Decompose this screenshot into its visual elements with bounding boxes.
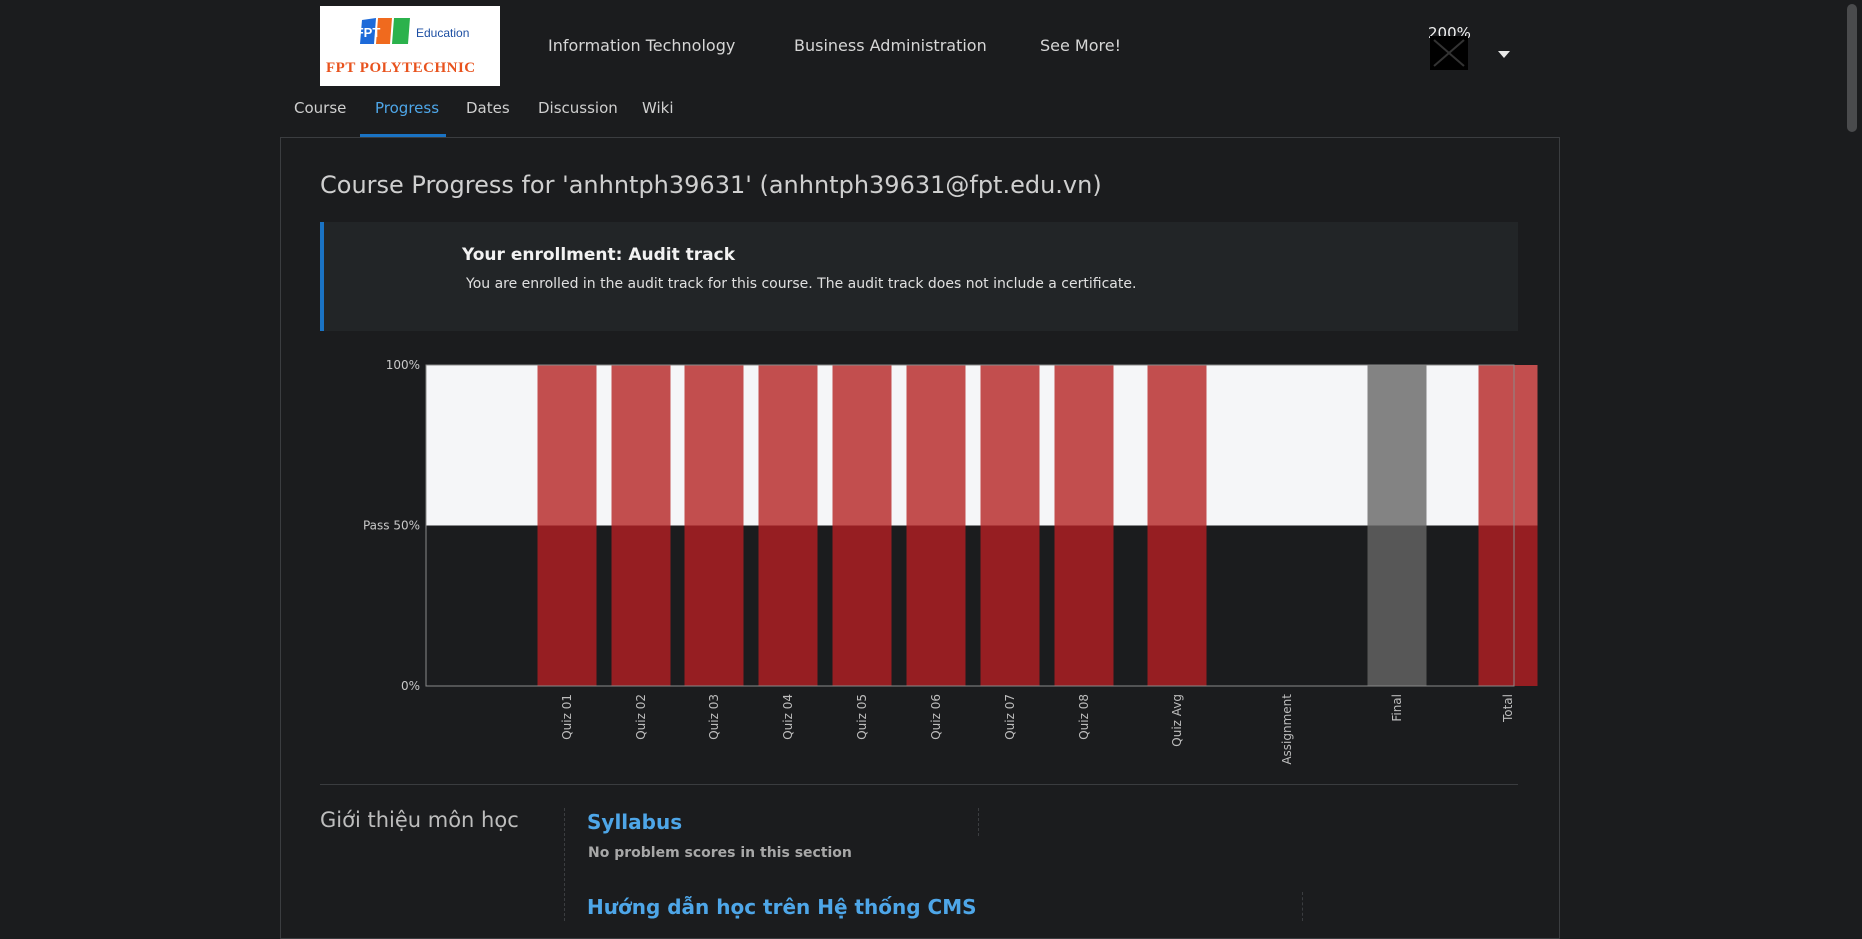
section-separator: [564, 808, 565, 921]
fpt-logo-icon: FPT: [358, 18, 410, 44]
page-title: Course Progress for 'anhntph39631' (anhn…: [320, 171, 1102, 199]
avatar[interactable]: [1430, 36, 1468, 70]
nav-information-technology[interactable]: Information Technology: [548, 36, 735, 55]
bar-quiz-03-lower: [684, 525, 744, 686]
x-tick-label: Quiz 03: [707, 694, 721, 740]
bar-quiz-01-upper: [537, 365, 597, 526]
bar-total-lower: [1478, 525, 1538, 686]
user-menu-chevron-down-icon[interactable]: [1498, 51, 1510, 58]
site-header: FPT Education FPT POLYTECHNIC Informatio…: [0, 0, 1862, 90]
section-divider: [320, 784, 1518, 785]
bar-quiz-07-upper: [980, 365, 1040, 526]
fpt-letter-f: FPT: [358, 25, 380, 40]
page-scrollbar[interactable]: [1844, 0, 1862, 921]
x-tick-label: Final: [1390, 694, 1404, 722]
bar-quiz-05-upper: [832, 365, 892, 526]
logo-edu-text: Education: [416, 26, 470, 40]
x-tick-label: Quiz 02: [634, 694, 648, 740]
fpt-polytechnic-logo[interactable]: FPT Education FPT POLYTECHNIC: [320, 6, 500, 86]
section-title: Giới thiệu môn học: [320, 808, 519, 832]
bar-quiz-04-lower: [758, 525, 818, 686]
bar-final-lower: [1367, 525, 1427, 686]
subsection-status: No problem scores in this section: [588, 845, 852, 861]
x-tick-label: Quiz 04: [781, 694, 795, 740]
bar-quiz-06-upper: [906, 365, 966, 526]
x-tick-label: Assignment: [1280, 694, 1294, 765]
subsection-separator: [1302, 892, 1303, 921]
nav-see-more[interactable]: See More!: [1040, 36, 1121, 55]
tab-dates[interactable]: Dates: [466, 99, 510, 117]
broken-image-icon: [1433, 39, 1465, 67]
x-tick-label: Quiz 08: [1077, 694, 1091, 740]
bar-quiz-avg-upper: [1147, 365, 1207, 526]
grade-chart: Quiz 01 Quiz 02 Quiz 03 Quiz 04 Quiz 05 Quiz …: [363, 358, 1538, 765]
bar-total-upper: [1478, 365, 1538, 526]
x-tick-label: Quiz 01: [560, 694, 574, 740]
x-tick-label: Quiz Avg: [1170, 694, 1184, 747]
bar-quiz-03-upper: [684, 365, 744, 526]
y-tick-label: 100%: [386, 358, 420, 372]
bar-final-upper: [1367, 365, 1427, 526]
nav-business-administration[interactable]: Business Administration: [794, 36, 987, 55]
tab-course[interactable]: Course: [294, 99, 346, 117]
subsection-link-syllabus[interactable]: Syllabus: [587, 810, 682, 834]
scrollbar-thumb[interactable]: [1847, 4, 1857, 132]
bar-quiz-08-upper: [1054, 365, 1114, 526]
y-tick-label: Pass 50%: [363, 519, 420, 533]
subsection-separator: [978, 808, 979, 836]
x-tick-label: Quiz 06: [929, 694, 943, 740]
bar-quiz-07-lower: [980, 525, 1040, 686]
bar-quiz-06-lower: [906, 525, 966, 686]
bar-quiz-avg-lower: [1147, 525, 1207, 686]
enrollment-message: You are enrolled in the audit track for …: [466, 276, 1137, 292]
subsection-link-cms-guide[interactable]: Hướng dẫn học trên Hệ thống CMS: [587, 895, 977, 919]
logo-polytechnic-text: FPT POLYTECHNIC: [326, 60, 476, 76]
tab-wiki[interactable]: Wiki: [642, 99, 674, 117]
x-tick-label: Quiz 07: [1003, 694, 1017, 740]
bar-quiz-02-lower: [611, 525, 671, 686]
x-tick-label: Quiz 05: [855, 694, 869, 740]
tab-progress[interactable]: Progress: [375, 99, 439, 117]
bar-quiz-02-upper: [611, 365, 671, 526]
y-tick-label: 0%: [401, 679, 420, 693]
enrollment-title: Your enrollment: Audit track: [462, 245, 736, 265]
bar-quiz-01-lower: [537, 525, 597, 686]
tab-discussion[interactable]: Discussion: [538, 99, 618, 117]
bar-quiz-08-lower: [1054, 525, 1114, 686]
bar-quiz-05-lower: [832, 525, 892, 686]
bar-quiz-04-upper: [758, 365, 818, 526]
x-tick-label: Total: [1501, 694, 1515, 723]
